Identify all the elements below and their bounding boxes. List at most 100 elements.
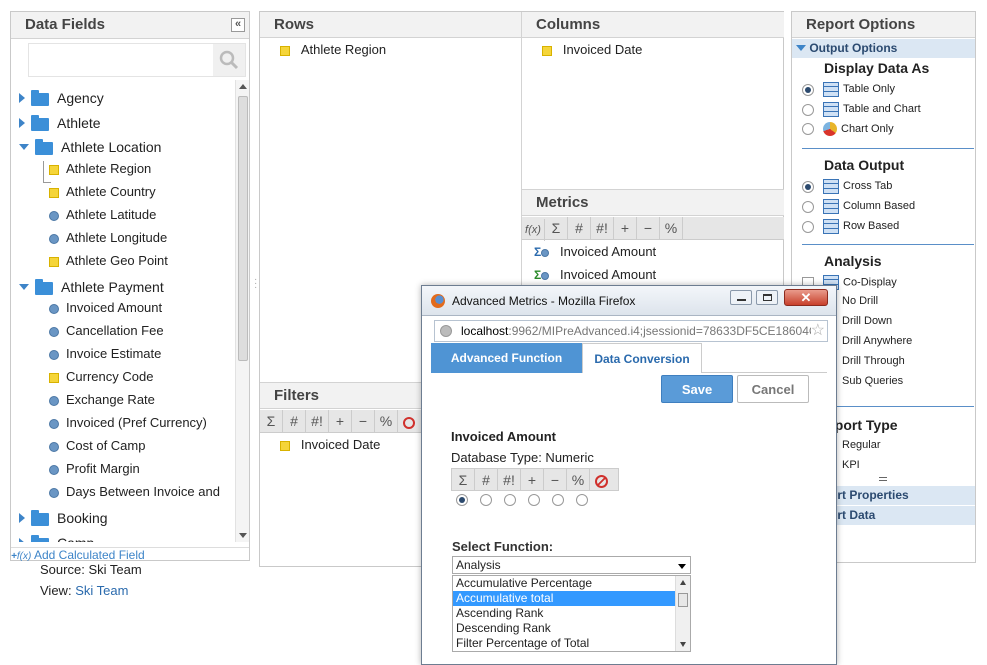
tree-item[interactable]: Athlete Latitude bbox=[49, 207, 156, 222]
toolbar-button[interactable]: Σ bbox=[452, 469, 475, 491]
window-titlebar[interactable]: Advanced Metrics - Mozilla Firefox ✕ bbox=[422, 286, 836, 316]
collapse-arrow-icon[interactable] bbox=[19, 93, 25, 103]
toolbar-button[interactable]: # bbox=[568, 217, 591, 239]
collapse-arrow-icon[interactable] bbox=[19, 513, 25, 523]
tree-item[interactable]: Invoiced Amount bbox=[49, 300, 162, 315]
tree-item[interactable]: Cost of Camp bbox=[49, 438, 145, 453]
tree-item[interactable]: Profit Margin bbox=[49, 461, 140, 476]
function-option[interactable]: Accumulative Percentage bbox=[453, 576, 675, 591]
tab-data-conversion[interactable]: Data Conversion bbox=[582, 343, 702, 373]
analysis-option[interactable]: Drill Anywhere bbox=[842, 335, 912, 347]
toolbar-button[interactable]: # bbox=[283, 410, 306, 432]
tree-item[interactable]: Athlete Payment bbox=[19, 279, 164, 296]
report-option[interactable]: Chart Only bbox=[802, 122, 894, 136]
option-radio[interactable] bbox=[802, 180, 814, 193]
field-search-input[interactable] bbox=[28, 43, 246, 77]
toolbar-button[interactable]: % bbox=[567, 469, 590, 491]
toolbar-button[interactable]: #! bbox=[498, 469, 521, 491]
function-option[interactable]: Accumulative total bbox=[453, 591, 675, 606]
expand-arrow-icon[interactable] bbox=[19, 284, 29, 290]
metrics-item[interactable]: Σ Invoiced Amount bbox=[534, 244, 656, 259]
function-radio[interactable] bbox=[456, 494, 468, 506]
tree-item[interactable]: Athlete bbox=[19, 115, 101, 132]
analysis-option[interactable]: Drill Through bbox=[842, 355, 905, 367]
function-option[interactable]: Ascending Rank bbox=[453, 606, 675, 621]
function-radio[interactable] bbox=[504, 494, 516, 506]
toolbar-button[interactable]: − bbox=[637, 217, 660, 239]
search-icon[interactable] bbox=[213, 44, 245, 76]
tree-item[interactable]: Agency bbox=[19, 90, 104, 107]
close-button[interactable]: ✕ bbox=[784, 289, 828, 306]
add-calculated-field-link[interactable]: +f(x) Add Calculated Field bbox=[11, 547, 249, 562]
tree-item[interactable]: Currency Code bbox=[49, 369, 153, 384]
listbox-scrollbar[interactable] bbox=[675, 576, 690, 651]
report-option[interactable]: Row Based bbox=[802, 219, 899, 234]
bookmark-star-icon[interactable]: ☆ bbox=[810, 322, 825, 340]
expand-arrow-icon[interactable] bbox=[19, 144, 29, 150]
report-type-option[interactable]: Regular bbox=[842, 439, 881, 451]
scroll-down-icon[interactable] bbox=[680, 642, 686, 647]
tree-item[interactable]: Athlete Geo Point bbox=[49, 253, 168, 268]
tree-scrollbar[interactable] bbox=[235, 80, 249, 542]
collapse-arrow-icon[interactable] bbox=[19, 118, 25, 128]
report-option[interactable]: Column Based bbox=[802, 199, 915, 214]
toolbar-button[interactable]: − bbox=[544, 469, 567, 491]
columns-item[interactable]: Invoiced Date bbox=[542, 42, 642, 57]
scroll-thumb[interactable] bbox=[678, 593, 688, 607]
report-option[interactable]: Table and Chart bbox=[802, 102, 921, 117]
tree-item[interactable]: Athlete Country bbox=[49, 184, 156, 199]
remove-icon[interactable] bbox=[595, 475, 608, 489]
tree-item[interactable]: Invoice Estimate bbox=[49, 346, 161, 361]
report-option[interactable]: Table Only bbox=[802, 82, 895, 97]
toolbar-button[interactable]: Σ bbox=[260, 410, 283, 432]
toolbar-button[interactable]: % bbox=[375, 410, 398, 432]
scroll-up-icon[interactable] bbox=[239, 84, 247, 89]
tree-item[interactable]: Exchange Rate bbox=[49, 392, 155, 407]
maximize-button[interactable] bbox=[756, 290, 778, 305]
cancel-button[interactable]: Cancel bbox=[737, 375, 809, 403]
report-option[interactable]: Cross Tab bbox=[802, 179, 892, 194]
function-radio[interactable] bbox=[576, 494, 588, 506]
analysis-option[interactable]: No Drill bbox=[842, 295, 878, 307]
function-radio[interactable] bbox=[528, 494, 540, 506]
function-listbox[interactable]: Accumulative Percentage Accumulative tota… bbox=[452, 575, 691, 652]
columns-panel[interactable]: Columns Invoiced Date bbox=[522, 12, 784, 190]
toolbar-button[interactable]: # bbox=[475, 469, 498, 491]
function-radio[interactable] bbox=[552, 494, 564, 506]
remove-icon[interactable] bbox=[403, 416, 415, 429]
function-category-select[interactable]: Analysis bbox=[452, 556, 691, 574]
option-radio[interactable] bbox=[802, 103, 814, 116]
view-link[interactable]: Ski Team bbox=[75, 583, 128, 598]
report-type-option[interactable]: KPI bbox=[842, 459, 860, 471]
collapse-panel-icon[interactable]: « bbox=[231, 18, 245, 32]
toolbar-button[interactable]: + bbox=[521, 469, 544, 491]
tree-item[interactable]: Athlete Region bbox=[49, 161, 151, 176]
option-radio[interactable] bbox=[802, 123, 814, 135]
scroll-down-icon[interactable] bbox=[239, 533, 247, 538]
tree-item[interactable]: Booking bbox=[19, 510, 108, 527]
tree-item[interactable]: Days Between Invoice and bbox=[49, 484, 220, 499]
tree-item[interactable]: Athlete Longitude bbox=[49, 230, 167, 245]
toolbar-button[interactable]: + bbox=[329, 410, 352, 432]
tree-item[interactable]: Athlete Location bbox=[19, 139, 161, 156]
toolbar-button[interactable]: #! bbox=[306, 410, 329, 432]
collapse-arrow-icon[interactable] bbox=[19, 538, 25, 542]
toolbar-button[interactable]: + bbox=[614, 217, 637, 239]
filters-item[interactable]: Invoiced Date bbox=[280, 437, 380, 452]
toolbar-button[interactable]: − bbox=[352, 410, 375, 432]
save-button[interactable]: Save bbox=[661, 375, 733, 403]
splitter-handle[interactable]: · · · bbox=[254, 275, 257, 293]
function-option[interactable]: Descending Rank bbox=[453, 621, 675, 636]
address-bar[interactable]: localhost:9962/MIPreAdvanced.i4;jsession… bbox=[434, 320, 828, 342]
tree-item[interactable]: Invoiced (Pref Currency) bbox=[49, 415, 207, 430]
tree-item[interactable]: Camp bbox=[19, 535, 94, 542]
option-radio[interactable] bbox=[802, 83, 814, 96]
tab-advanced-function[interactable]: Advanced Function bbox=[431, 343, 582, 373]
option-radio[interactable] bbox=[802, 220, 814, 233]
toolbar-button[interactable]: f(x) bbox=[522, 219, 545, 241]
rows-item[interactable]: Athlete Region bbox=[280, 42, 386, 57]
function-radio[interactable] bbox=[480, 494, 492, 506]
resize-grip-icon[interactable] bbox=[879, 477, 887, 481]
scroll-up-icon[interactable] bbox=[680, 580, 686, 585]
toolbar-button[interactable]: Σ bbox=[545, 217, 568, 239]
